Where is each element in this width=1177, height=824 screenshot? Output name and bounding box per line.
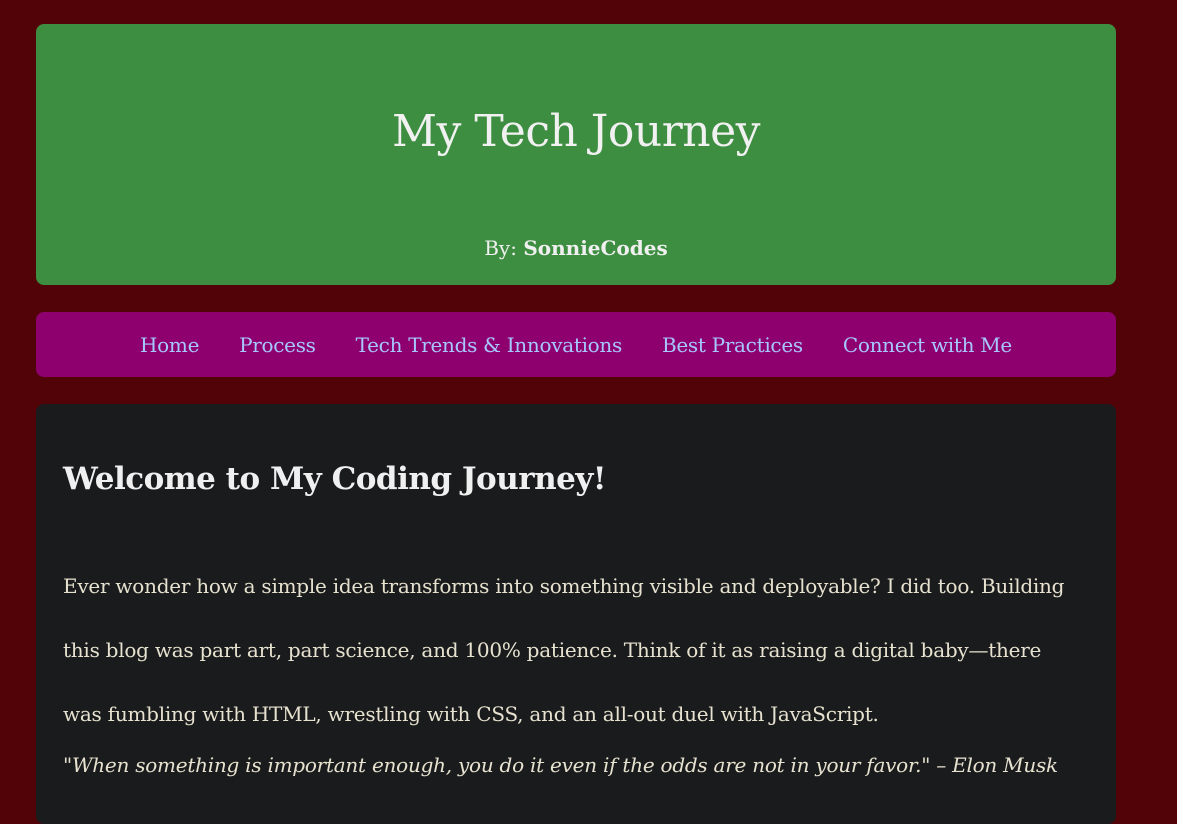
quote: "When something is important enough, you… — [63, 753, 1058, 777]
site-title: My Tech Journey — [391, 106, 761, 157]
nav-link-home[interactable]: Home — [140, 335, 199, 355]
author-name: SonnieCodes — [523, 236, 668, 260]
page: My Tech Journey By: SonnieCodes Home Pro… — [0, 0, 1177, 824]
byline: By: SonnieCodes — [36, 238, 1116, 258]
site-header: My Tech Journey By: SonnieCodes — [36, 24, 1116, 285]
byline-prefix: By: — [484, 236, 524, 260]
main-content: Welcome to My Coding Journey! Ever wonde… — [36, 404, 1116, 824]
nav-link-tech-trends[interactable]: Tech Trends & Innovations — [356, 335, 623, 355]
main-nav: Home Process Tech Trends & Innovations B… — [36, 312, 1116, 377]
nav-link-process[interactable]: Process — [239, 335, 316, 355]
nav-link-best-practices[interactable]: Best Practices — [662, 335, 803, 355]
nav-link-connect[interactable]: Connect with Me — [843, 335, 1012, 355]
intro-paragraph: Ever wonder how a simple idea transforms… — [63, 574, 1065, 726]
welcome-heading: Welcome to My Coding Journey! — [63, 461, 606, 497]
